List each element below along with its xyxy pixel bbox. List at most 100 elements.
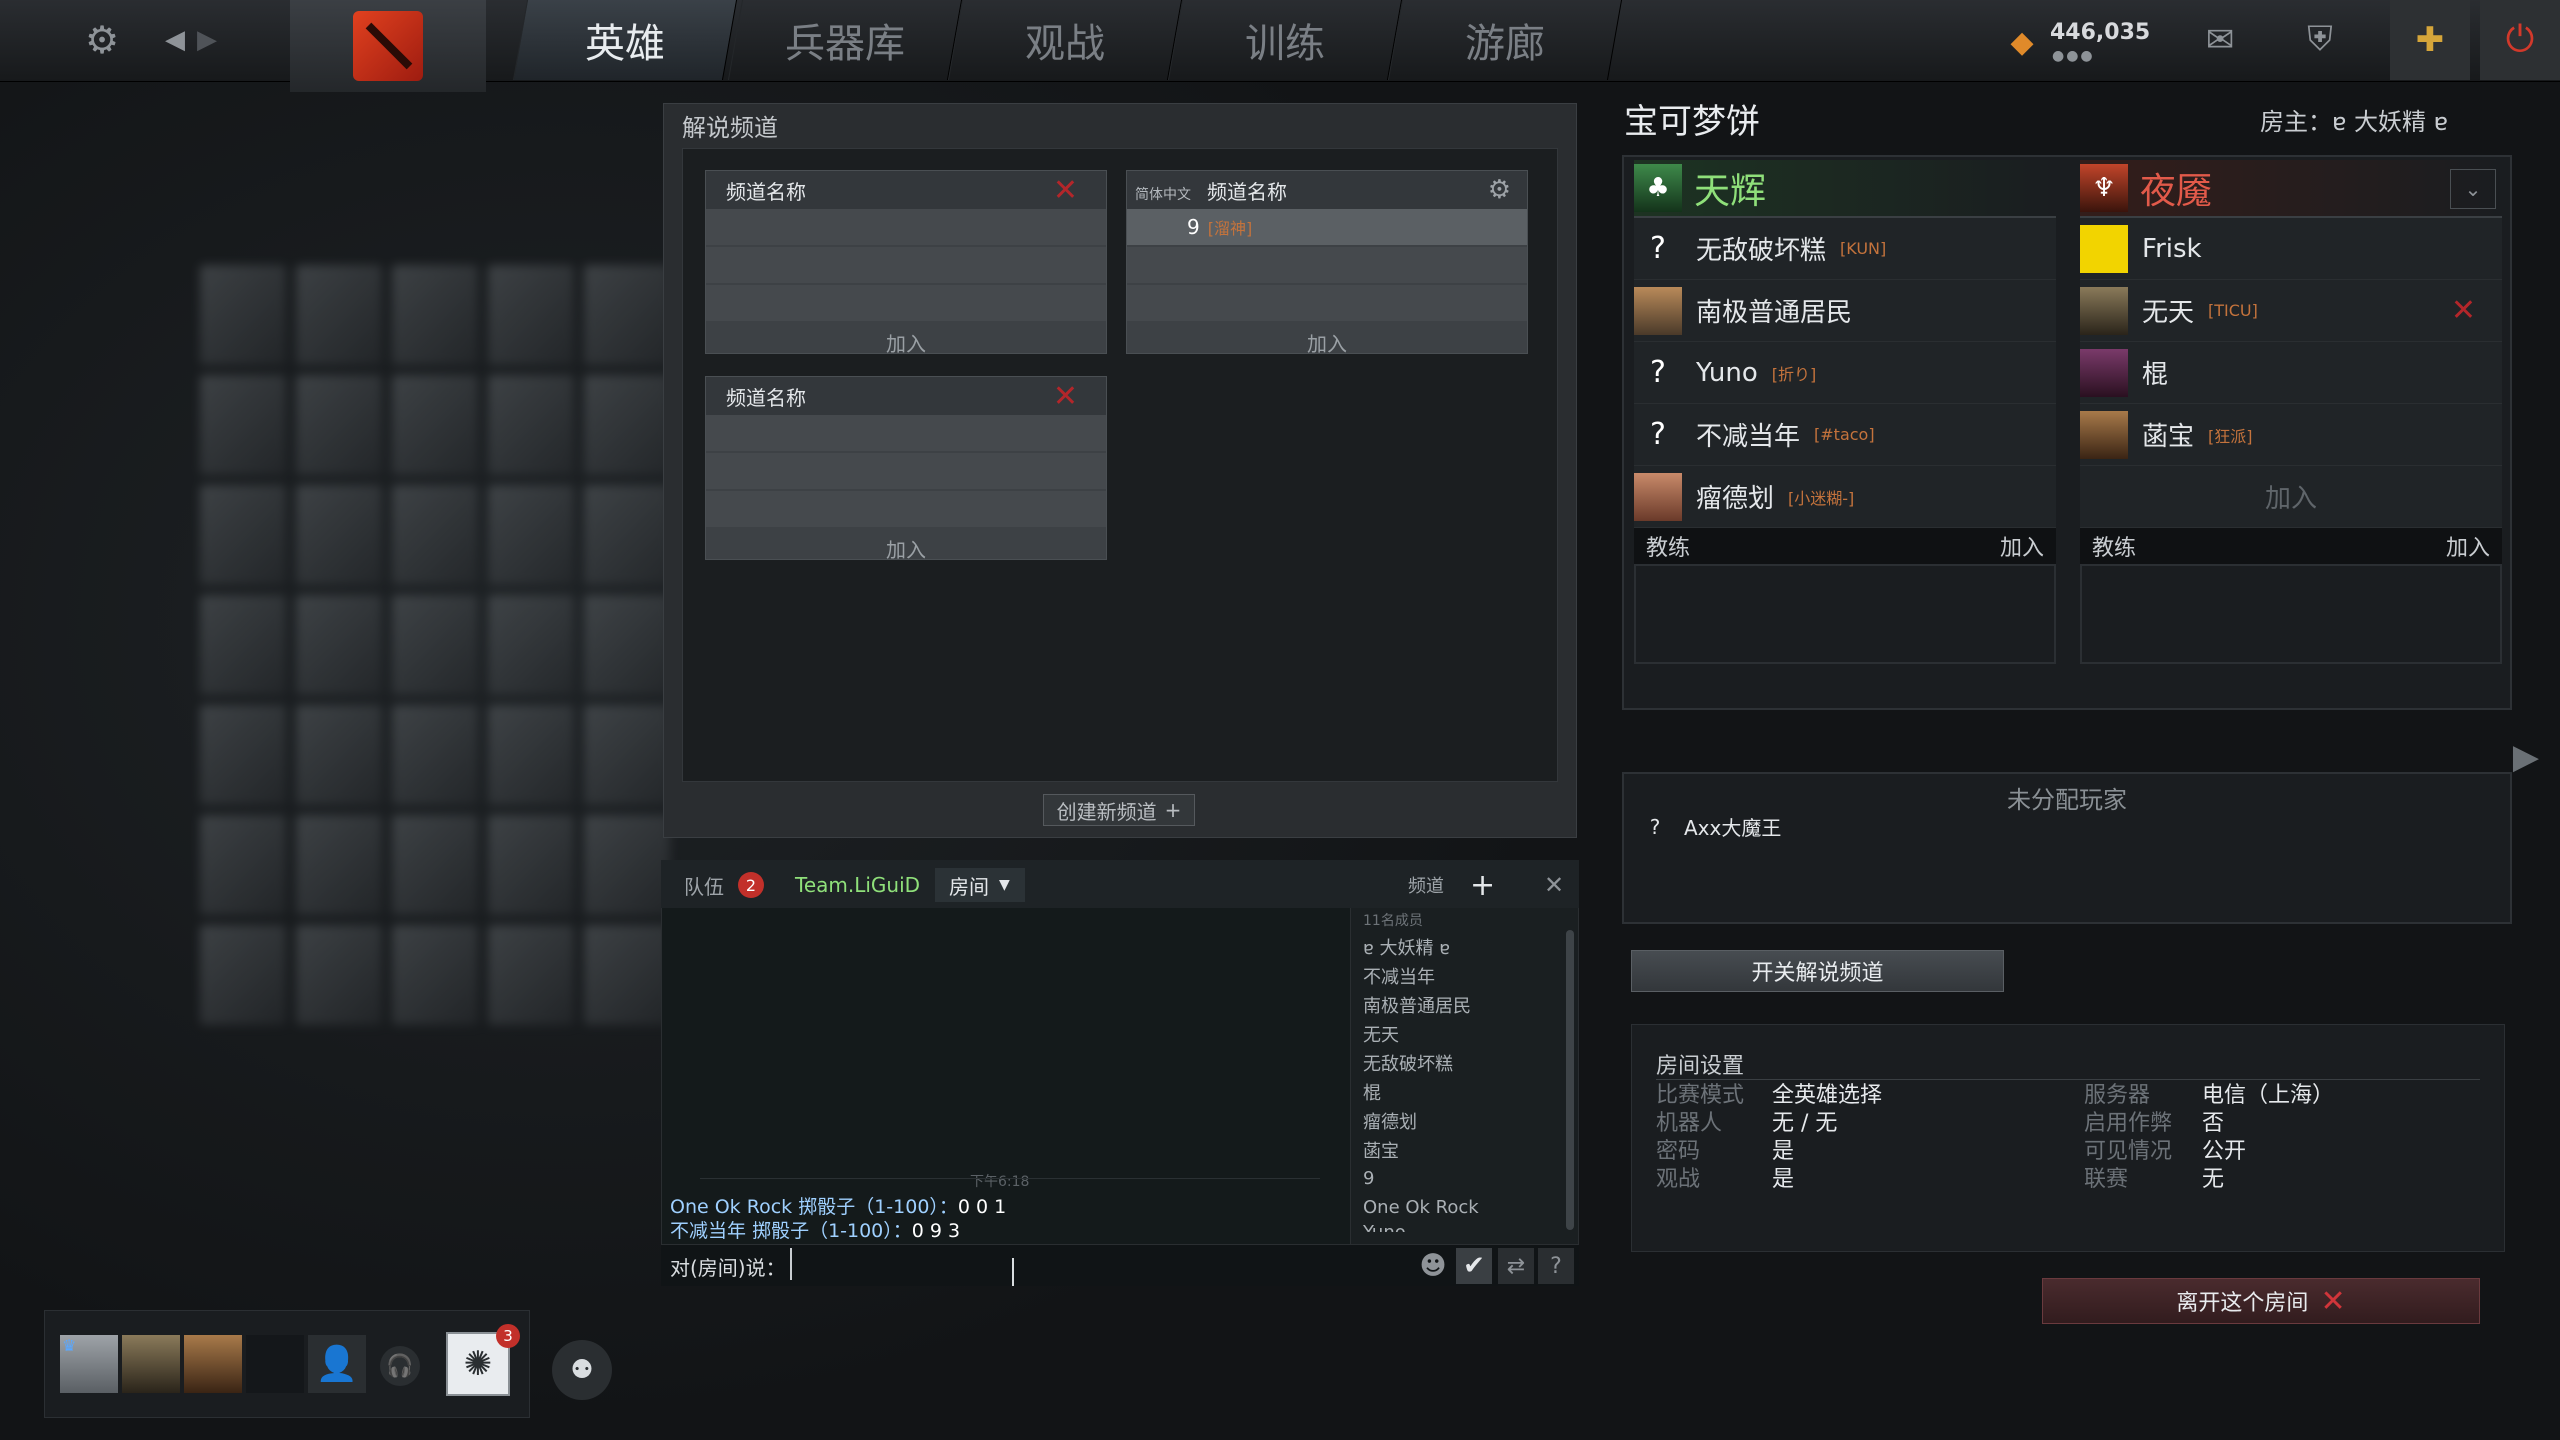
- back-arrow-icon[interactable]: ◀: [160, 20, 190, 60]
- setting-value: 公开: [2202, 1139, 2247, 1164]
- player-slot[interactable]: ? Yuno [折り]: [1634, 342, 2056, 404]
- toggle-broadcast-button[interactable]: 开关解说频道: [1631, 950, 2004, 992]
- gear-icon[interactable]: ⚙: [80, 18, 124, 62]
- send-check-icon[interactable]: ✔: [1456, 1248, 1492, 1284]
- empty-user-icon[interactable]: 👤: [308, 1335, 366, 1393]
- currency-amount: 446,035: [2050, 20, 2151, 45]
- add-channel-plus-icon[interactable]: +: [1470, 868, 1495, 903]
- radiant-team: ♣ 天辉 ? 无敌破坏糕 [KUN] 南极普通居民 ? Yuno [折り] ? 不减当年 […: [1634, 160, 2056, 664]
- join-channel-button[interactable]: 加入: [706, 323, 1106, 361]
- join-channel-button[interactable]: 加入: [1127, 323, 1527, 361]
- channel-slot: [706, 247, 1106, 283]
- setting-value: 无: [2202, 1167, 2225, 1192]
- dota-logo-button[interactable]: [290, 0, 486, 92]
- channel-language: 简体中文: [1135, 186, 1191, 203]
- list-item[interactable]: 棍: [1351, 1077, 1578, 1106]
- list-item[interactable]: 无天: [1351, 1019, 1578, 1048]
- chevron-down-icon[interactable]: ⌄: [2450, 169, 2496, 209]
- player-slot[interactable]: ? 不减当年 [#taco]: [1634, 404, 2056, 466]
- shards-icon: ◆: [2010, 24, 2034, 60]
- tab-armory[interactable]: 兵器库: [727, 0, 963, 80]
- channel-slot: [1127, 285, 1527, 321]
- player-tag: [折り]: [1771, 364, 1817, 384]
- join-channel-button[interactable]: 加入: [706, 529, 1106, 567]
- join-coach-button[interactable]: 加入: [2000, 530, 2044, 562]
- avatar: [2080, 224, 2128, 273]
- coach-row: 教练 加入: [1634, 528, 2056, 564]
- expand-arrow-icon[interactable]: ▶: [2508, 735, 2544, 779]
- party-avatar[interactable]: [122, 1335, 180, 1393]
- channel-slot: [706, 209, 1106, 245]
- list-item[interactable]: Yuno: [1351, 1222, 1578, 1232]
- party-menu-icon[interactable]: ⚉: [552, 1340, 612, 1400]
- player-slot[interactable]: 棍: [2080, 342, 2502, 404]
- close-icon[interactable]: ✕: [1544, 868, 1564, 902]
- plus-icon[interactable]: ✚: [2390, 0, 2470, 80]
- backpack-icon[interactable]: ⛨: [2290, 14, 2350, 64]
- message-value: 0 9 3: [911, 1220, 961, 1242]
- chat-input[interactable]: [790, 1248, 1330, 1280]
- list-item[interactable]: ɐ 大妖精 ɐ: [1351, 932, 1578, 961]
- player-tag: [KUN]: [1840, 239, 1887, 258]
- channel-slot: [706, 491, 1106, 527]
- mail-icon[interactable]: ✉: [2190, 18, 2250, 62]
- headset-icon[interactable]: 🎧: [380, 1346, 420, 1386]
- unassigned-player[interactable]: ? Axx大魔王: [1640, 812, 1782, 841]
- player-tag: [TICU]: [2208, 301, 2258, 320]
- list-item[interactable]: 无敌破坏糕: [1351, 1048, 1578, 1077]
- help-icon[interactable]: ?: [1538, 1248, 1574, 1284]
- radiant-emblem-icon: ♣: [1634, 164, 1682, 212]
- list-item[interactable]: 南极普通居民: [1351, 990, 1578, 1019]
- party-avatar-empty[interactable]: [246, 1335, 304, 1393]
- channels-button[interactable]: 频道: [1408, 868, 1444, 902]
- list-item[interactable]: 不减当年: [1351, 961, 1578, 990]
- tab-learn[interactable]: 训练: [1167, 0, 1403, 80]
- player-slot[interactable]: 菡宝 [狂派]: [2080, 404, 2502, 466]
- chat-message: One Ok Rock 掷骰子（1-100）：0 0 1: [670, 1192, 1006, 1219]
- tab-heroes[interactable]: 英雄: [512, 0, 738, 80]
- player-slot[interactable]: 南极普通居民: [1634, 280, 2056, 342]
- avatar: [1634, 286, 1682, 335]
- list-item[interactable]: 瘤德划: [1351, 1106, 1578, 1135]
- tab-team-chat[interactable]: 队伍 2: [684, 868, 764, 902]
- chat-target-label: 对(房间)说：: [670, 1256, 786, 1280]
- join-coach-button[interactable]: 加入: [2446, 530, 2490, 562]
- tab-room-chat[interactable]: 房间 ▼: [935, 868, 1025, 902]
- party-avatar[interactable]: [184, 1335, 242, 1393]
- room-settings-title: 房间设置: [1656, 1048, 2480, 1080]
- kick-x-icon[interactable]: ✕: [2451, 293, 2476, 328]
- coach-label: 教练: [2092, 536, 2137, 561]
- join-slot-button[interactable]: 加入: [2080, 466, 2502, 528]
- team-notification-badge: 3: [496, 1324, 520, 1348]
- gear-icon[interactable]: ⚙: [1488, 175, 1511, 205]
- setting-label: 服务器: [2084, 1083, 2151, 1108]
- player-name: 菡宝: [2142, 422, 2195, 452]
- power-icon[interactable]: ⏻: [2480, 0, 2560, 80]
- text-cursor-icon: [1012, 1258, 1014, 1286]
- player-slot[interactable]: Frisk: [2080, 218, 2502, 280]
- unknown-avatar-icon: ?: [1649, 814, 1661, 839]
- translate-icon[interactable]: ⇄: [1498, 1248, 1534, 1284]
- list-item[interactable]: One Ok Rock: [1351, 1193, 1578, 1222]
- leave-room-button[interactable]: 离开这个房间 ✕: [2042, 1278, 2480, 1324]
- list-item[interactable]: 菡宝: [1351, 1135, 1578, 1164]
- create-channel-button[interactable]: 创建新频道 +: [1043, 794, 1195, 826]
- close-icon[interactable]: ✕: [1053, 379, 1078, 414]
- close-icon[interactable]: ✕: [1053, 173, 1078, 208]
- emoticon-icon[interactable]: ☻: [1416, 1250, 1450, 1282]
- setting-label: 密码: [1656, 1139, 1701, 1164]
- member-list-scrollbar[interactable]: [1566, 930, 1574, 1230]
- forward-arrow-icon[interactable]: ▶: [192, 20, 222, 60]
- player-slot[interactable]: 无天 [TICU] ✕: [2080, 280, 2502, 342]
- tab-teamname-chat[interactable]: Team.LiGuiD: [795, 868, 920, 902]
- list-item[interactable]: 9: [1351, 1164, 1578, 1193]
- avatar: [1634, 472, 1682, 521]
- player-slot[interactable]: ? 无敌破坏糕 [KUN]: [1634, 218, 2056, 280]
- tab-watch[interactable]: 观战: [947, 0, 1183, 80]
- coach-slot: [2080, 564, 2502, 664]
- channel-name: 频道名称: [726, 179, 806, 204]
- dire-team: ♆ 夜魇 ⌄ Frisk 无天 [TICU] ✕ 棍 菡宝 [狂派] 加入 教练 加入: [2080, 160, 2502, 664]
- player-slot[interactable]: 瘤德划 [小迷糊-]: [1634, 466, 2056, 528]
- tab-arcade[interactable]: 游廊: [1387, 0, 1623, 80]
- channel-name: 频道名称: [1207, 179, 1287, 204]
